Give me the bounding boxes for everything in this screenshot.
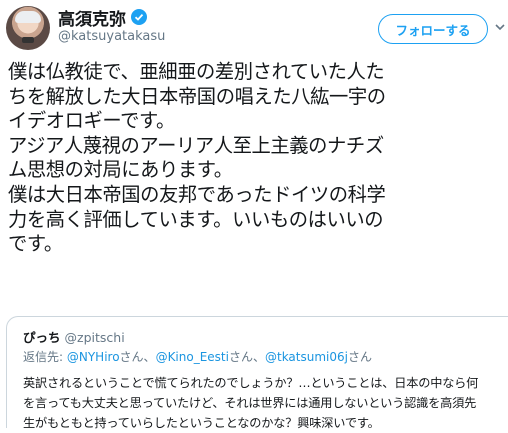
tweet-header: 高須克弥 @katsuyatakasu フォローする: [0, 0, 508, 56]
mention-link[interactable]: @NYHiro: [67, 350, 120, 364]
reply-prefix: 返信先:: [23, 350, 67, 364]
quoted-line: 生がもともと持っていらしたということなのかな？興味深いです。: [23, 416, 380, 430]
display-name[interactable]: 高須克弥: [58, 5, 126, 30]
mention-link[interactable]: @tkatsumi06j: [265, 350, 348, 364]
quoted-text: 英訳されるということで慌てられたのでしょうか？…ということは、日本の中なら何 を…: [23, 373, 478, 433]
tweet-text: 僕は仏教徒で、亜細亜の差別されていた人た ちを解放した大日本帝国の唱えた八紘一宇…: [8, 60, 504, 257]
user-handle[interactable]: @katsuyatakasu: [58, 29, 165, 44]
avatar[interactable]: [6, 6, 50, 50]
quoted-handle: @zpitschi: [64, 330, 125, 345]
follow-button[interactable]: フォローする: [378, 14, 488, 44]
mention-suffix: さん: [347, 350, 372, 364]
quoted-author: ぴっち @zpitschi: [23, 327, 125, 346]
tweet-line: アジア人蔑視のアーリア人至上主義のナチズ: [8, 133, 384, 157]
quoted-line: を言っても大丈夫と思っていたけど、それは世界には通用しないという認識を高須先: [23, 396, 477, 410]
avatar-hair: [15, 11, 41, 23]
tweet-line: です。: [8, 232, 63, 256]
mention-suffix: さん、: [119, 350, 156, 364]
tweet-line: ちを解放した大日本帝国の唱えた八紘一宇の: [8, 84, 386, 108]
tweet-line: 僕は仏教徒で、亜細亜の差別されていた人た: [8, 60, 385, 83]
tweet-line: ム思想の対局にあります。: [8, 158, 233, 182]
avatar-bowtie: [22, 37, 34, 43]
verified-badge-icon: [131, 9, 147, 25]
mention-suffix: さん、: [228, 350, 265, 364]
quoted-name: ぴっち: [23, 330, 61, 345]
quoted-line: 英訳されるということで慌てられたのでしょうか？…ということは、日本の中なら何: [23, 376, 479, 390]
tweet-line: 力を高く評価しています。いいものはいいの: [8, 207, 384, 231]
tweet-line: 僕は大日本帝国の友邦であったドイツの科学: [8, 182, 386, 206]
reply-to: 返信先: @NYHiroさん、@Kino_Eestiさん、@tkatsumi06…: [23, 348, 372, 365]
chevron-down-icon[interactable]: [494, 20, 506, 34]
name-row: 高須克弥: [58, 5, 147, 30]
quoted-tweet[interactable]: ぴっち @zpitschi 返信先: @NYHiroさん、@Kino_Eestiさ…: [6, 316, 508, 430]
tweet-line: イデオロギーです。: [8, 109, 175, 133]
mention-link[interactable]: @Kino_Eesti: [156, 350, 229, 364]
